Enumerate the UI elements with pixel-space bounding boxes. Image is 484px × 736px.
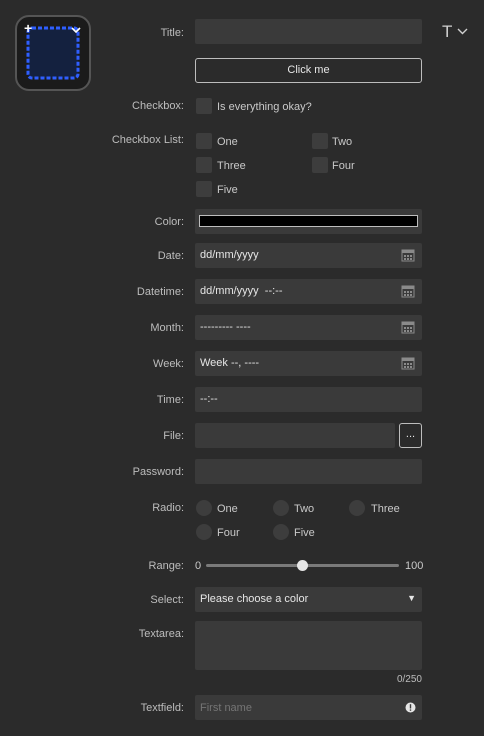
color-label: Color: <box>154 216 184 228</box>
password-input[interactable] <box>195 459 422 484</box>
range-max: 100 <box>405 560 424 572</box>
time-value: --:-- <box>200 393 218 405</box>
chevron-down-icon <box>457 28 468 35</box>
dropdown-arrow-icon: ▼ <box>407 593 416 603</box>
app-icon[interactable]: + <box>15 15 91 91</box>
checkbox-two-label: Two <box>332 136 353 148</box>
checkbox-list-label: Checkbox List: <box>111 134 184 146</box>
textfield-label: Textfield: <box>140 702 184 714</box>
textfield[interactable] <box>195 695 422 720</box>
select-label: Select: <box>150 594 184 606</box>
month-input[interactable]: --------- ---- <box>195 315 422 340</box>
radio-five[interactable] <box>273 524 289 540</box>
checkbox-four-label: Four <box>332 160 355 172</box>
radio-one[interactable] <box>196 500 212 516</box>
date-label: Date: <box>157 250 184 262</box>
file-input[interactable] <box>195 423 395 448</box>
calendar-icon[interactable] <box>401 356 415 370</box>
radio-four-label: Four <box>217 527 240 539</box>
checkbox-two[interactable] <box>312 133 328 149</box>
radio-five-label: Five <box>294 527 315 539</box>
range-label: Range: <box>148 560 184 572</box>
color-swatch <box>199 215 418 227</box>
radio-three-label: Three <box>371 503 400 515</box>
select-value: Please choose a color <box>200 593 309 605</box>
week-label: Week: <box>153 358 184 370</box>
radio-three[interactable] <box>349 500 365 516</box>
radio-one-label: One <box>217 503 238 515</box>
textarea-label: Textarea: <box>138 628 184 640</box>
click-me-button[interactable]: Click me <box>195 58 422 83</box>
checkbox-text: Is everything okay? <box>217 101 312 113</box>
checkbox[interactable] <box>196 98 212 114</box>
checkbox-four[interactable] <box>312 157 328 173</box>
file-label: File: <box>163 430 184 442</box>
radio-four[interactable] <box>196 524 212 540</box>
checkbox-one-label: One <box>217 136 238 148</box>
date-input[interactable]: dd/mm/yyyy <box>195 243 422 268</box>
datetime-label: Datetime: <box>136 286 184 298</box>
first-name-input[interactable] <box>195 695 385 720</box>
range-min: 0 <box>195 560 202 572</box>
color-select[interactable]: Please choose a color ▼ <box>195 587 422 612</box>
datetime-value: dd/mm/yyyy --:-- <box>200 285 283 297</box>
calendar-icon[interactable] <box>401 284 415 298</box>
title-label: Title: <box>160 27 184 39</box>
range-track[interactable] <box>206 560 399 571</box>
textarea[interactable] <box>195 621 422 670</box>
week-input[interactable]: Week --, ---- <box>195 351 422 376</box>
radio-label: Radio: <box>152 502 184 514</box>
datetime-input[interactable]: dd/mm/yyyy --:-- <box>195 279 422 304</box>
file-browse-button[interactable]: ... <box>399 423 422 448</box>
time-input[interactable]: --:-- <box>195 387 422 412</box>
chevron-down-icon[interactable] <box>71 26 81 34</box>
radio-two-label: Two <box>294 503 315 515</box>
radio-two[interactable] <box>273 500 289 516</box>
checkbox-three[interactable] <box>196 157 212 173</box>
plus-icon[interactable]: + <box>24 20 32 36</box>
checkbox-three-label: Three <box>217 160 246 172</box>
week-value: Week --, ---- <box>200 357 260 369</box>
month-value: --------- ---- <box>200 321 251 333</box>
date-value: dd/mm/yyyy <box>200 249 259 261</box>
text-format-control[interactable]: T <box>442 22 468 42</box>
calendar-icon[interactable] <box>401 320 415 334</box>
color-picker[interactable] <box>195 209 422 234</box>
textarea-counter: 0/250 <box>396 674 422 685</box>
range-thumb[interactable] <box>297 560 308 571</box>
info-icon <box>405 702 416 713</box>
checkbox-label: Checkbox: <box>132 100 184 112</box>
checkbox-five-label: Five <box>217 184 238 196</box>
title-input[interactable] <box>195 19 422 44</box>
checkbox-five[interactable] <box>196 181 212 197</box>
month-label: Month: <box>150 322 184 334</box>
time-label: Time: <box>156 394 184 406</box>
checkbox-one[interactable] <box>196 133 212 149</box>
text-format-icon: T <box>442 22 453 41</box>
calendar-icon[interactable] <box>401 248 415 262</box>
password-label: Password: <box>132 466 184 478</box>
